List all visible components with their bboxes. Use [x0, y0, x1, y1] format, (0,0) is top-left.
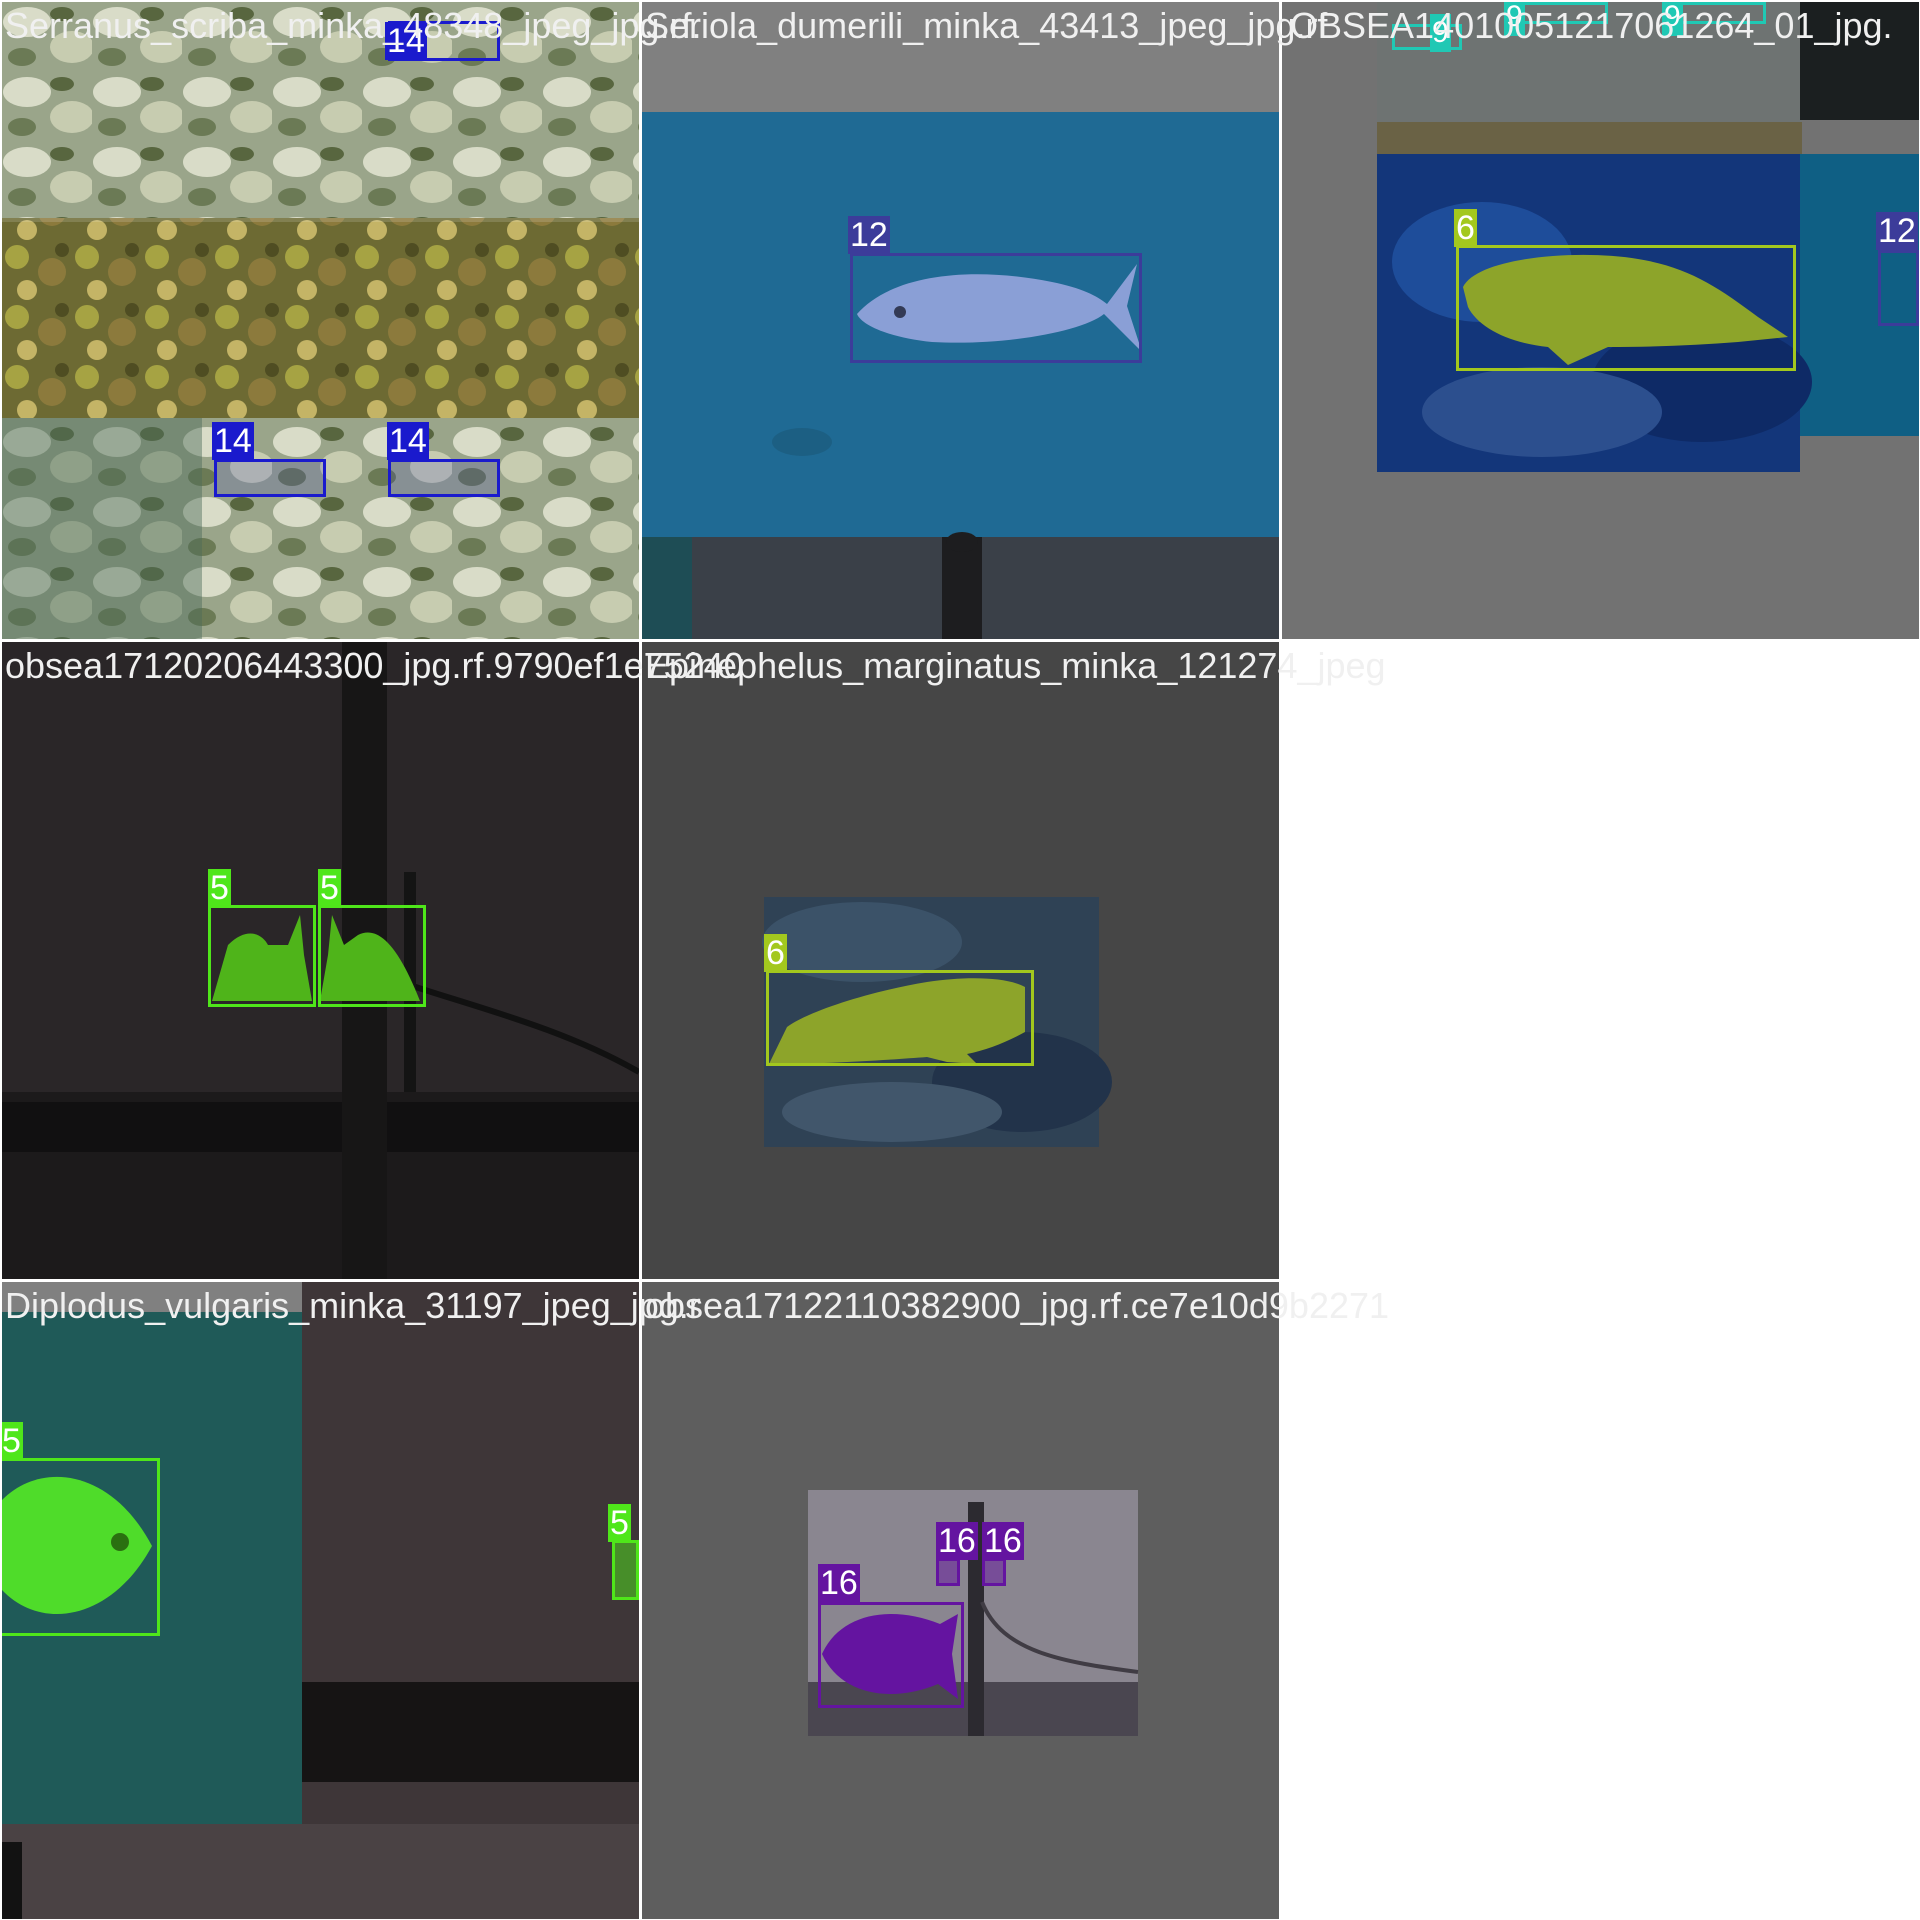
class-tag: 6 — [764, 934, 787, 972]
tile-filename: Serranus_scriba_minka_48348_jpeg_jpg.rf. — [5, 5, 702, 46]
class-tag: 16 — [936, 1522, 978, 1560]
fish-box — [318, 905, 426, 1007]
mosaic-tile-6: 5 5 — [2, 1282, 639, 1919]
mosaic-tile-7: 16 16 16 — [642, 1282, 1279, 1919]
mosaic-tile-4: 5 5 — [2, 642, 639, 1279]
tile-filename: OBSEA14010051217061264_01_jpg. — [1290, 5, 1893, 46]
fish-box — [208, 905, 316, 1007]
fish-box — [388, 459, 500, 497]
fish-box — [818, 1602, 964, 1708]
class-tag: 12 — [1876, 212, 1918, 250]
mosaic-tile-5: 6 — [642, 642, 1279, 1279]
empty-area-mid-right — [1282, 642, 1920, 1920]
fish-box — [936, 1558, 960, 1586]
class-tag: 16 — [982, 1522, 1024, 1560]
mosaic-tile-3: 6 9 9 9 12 — [1282, 2, 1919, 639]
class-tag: 5 — [208, 869, 231, 907]
tile-filename: obsea17122110382900_jpg.rf.ce7e10d9b2271 — [645, 1285, 1390, 1326]
class-tag: 5 — [318, 869, 341, 907]
pole-photo — [642, 1282, 1279, 1919]
class-tag: 5 — [608, 1504, 631, 1542]
tile-filename: obsea17120206443300_jpg.rf.9790ef1e75240 — [5, 645, 744, 686]
tile-filename: Diplodus_vulgaris_minka_31197_jpeg_jpg.r — [5, 1285, 701, 1326]
fish-box — [214, 459, 326, 497]
class-tag: 16 — [818, 1564, 860, 1602]
fish-box — [766, 970, 1034, 1066]
fish-box — [612, 1540, 639, 1600]
fish-box — [850, 253, 1142, 363]
fish-box — [2, 1458, 160, 1636]
class-tag: 14 — [212, 422, 254, 460]
class-tag: 6 — [1454, 209, 1477, 247]
tile-filename: Seriola_dumerili_minka_43413_jpeg_jpg.rf — [645, 5, 1328, 46]
tile-filename: Epinephelus_marginatus_minka_121274_jpeg — [645, 645, 1386, 686]
class-tag: 5 — [2, 1422, 23, 1460]
fish-box — [1878, 250, 1919, 326]
reef-photo — [2, 2, 639, 639]
grouper-photo — [642, 642, 1279, 1279]
fish-box — [1456, 245, 1796, 371]
class-tag: 12 — [848, 216, 890, 254]
mosaic-tile-2: 12 — [642, 2, 1279, 639]
class-tag: 14 — [387, 422, 429, 460]
mosaic-tile-1: 14 14 14 — [2, 2, 639, 639]
fish-box — [982, 1558, 1006, 1586]
